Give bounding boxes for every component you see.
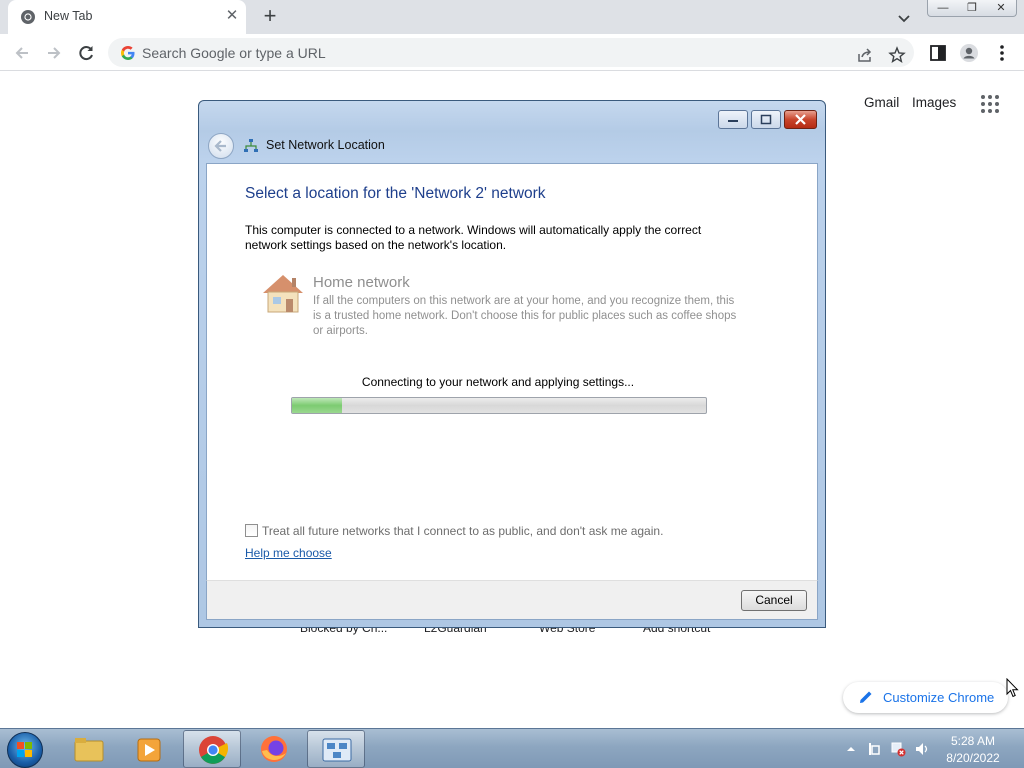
close-window-button[interactable]: ✕ <box>986 1 1016 15</box>
tab-title: New Tab <box>44 9 93 23</box>
chrome-icon <box>199 736 229 764</box>
dialog-close-button[interactable] <box>784 110 817 129</box>
new-tab-button[interactable]: + <box>258 5 282 29</box>
side-panel-icon[interactable] <box>928 43 948 63</box>
tab-new-tab[interactable]: New Tab ✕ <box>8 0 246 34</box>
google-apps-icon[interactable] <box>980 94 1000 114</box>
treat-public-checkbox[interactable] <box>245 524 258 537</box>
windows-logo-icon <box>17 742 32 757</box>
back-arrow-icon[interactable] <box>9 40 35 66</box>
images-link[interactable]: Images <box>912 95 956 110</box>
restore-button[interactable]: ❐ <box>957 1 987 15</box>
maximize-icon <box>760 114 772 125</box>
omnibox-placeholder: Search Google or type a URL <box>142 45 326 61</box>
customize-chrome-button[interactable]: Customize Chrome <box>843 682 1008 713</box>
taskbar-network-wizard[interactable] <box>307 730 365 768</box>
cancel-button[interactable]: Cancel <box>741 590 807 611</box>
google-g-icon <box>121 46 135 60</box>
pencil-icon <box>860 691 872 703</box>
progress-bar <box>291 397 707 414</box>
dialog-minimize-button[interactable] <box>718 110 748 129</box>
profile-icon[interactable] <box>959 43 979 63</box>
chrome-favicon <box>21 10 35 24</box>
back-arrow-icon <box>214 140 226 152</box>
window-controls: — ❐ ✕ <box>927 0 1017 17</box>
gmail-link[interactable]: Gmail <box>864 95 899 110</box>
close-icon <box>795 114 806 125</box>
network-icon <box>244 139 258 152</box>
minimize-icon <box>728 120 738 122</box>
forward-arrow-icon[interactable] <box>41 40 67 66</box>
dialog-maximize-button[interactable] <box>751 110 781 129</box>
bookmark-star-icon[interactable] <box>888 46 906 64</box>
taskbar-clock-time[interactable]: 5:28 AM <box>940 734 1006 748</box>
dialog-body: Select a location for the 'Network 2' ne… <box>206 163 818 580</box>
dialog-title: Set Network Location <box>266 138 385 152</box>
home-network-option-description: If all the computers on this network are… <box>313 295 737 337</box>
share-icon[interactable] <box>856 46 874 64</box>
help-me-choose-link[interactable]: Help me choose <box>245 546 332 560</box>
taskbar-media-player[interactable] <box>121 730 179 768</box>
home-network-option-title: Home network <box>313 274 410 291</box>
dialog-window-controls <box>718 110 818 130</box>
network-wizard-icon <box>322 738 352 762</box>
volume-icon[interactable] <box>914 741 930 757</box>
treat-public-checkbox-label[interactable]: Treat all future networks that I connect… <box>262 524 663 538</box>
start-button[interactable] <box>7 732 43 768</box>
tab-strip: New Tab ✕ + — ❐ ✕ <box>0 0 1024 34</box>
folder-icon <box>74 738 104 762</box>
mouse-cursor-icon <box>1006 678 1019 698</box>
network-status-icon[interactable] <box>890 741 906 757</box>
windows-taskbar: 5:28 AM 8/20/2022 <box>0 728 1024 768</box>
taskbar-chrome[interactable] <box>183 730 241 768</box>
minimize-button[interactable]: — <box>928 1 958 15</box>
address-bar[interactable]: Search Google or type a URL <box>108 38 914 67</box>
taskbar-explorer[interactable] <box>60 730 118 768</box>
taskbar-firefox[interactable] <box>245 730 303 768</box>
tab-search-icon[interactable] <box>895 9 913 27</box>
home-network-icon <box>263 275 303 313</box>
kebab-menu-icon[interactable] <box>992 43 1012 63</box>
action-center-icon[interactable] <box>866 741 882 757</box>
reload-icon[interactable] <box>73 40 99 66</box>
dialog-heading: Select a location for the 'Network 2' ne… <box>245 185 546 202</box>
customize-chrome-label: Customize Chrome <box>883 690 995 705</box>
set-network-location-dialog: Set Network Location Select a location f… <box>198 100 826 628</box>
dialog-back-button[interactable] <box>208 133 234 159</box>
show-hidden-icons[interactable] <box>843 741 859 757</box>
tab-close-icon[interactable]: ✕ <box>224 8 240 24</box>
dialog-footer: Cancel <box>206 580 818 620</box>
firefox-icon <box>261 736 287 762</box>
progress-status-text: Connecting to your network and applying … <box>361 375 635 389</box>
taskbar-clock-date[interactable]: 8/20/2022 <box>940 751 1006 765</box>
dialog-description: This computer is connected to a network.… <box>245 223 702 252</box>
progress-bar-fill <box>292 398 342 413</box>
browser-toolbar: Search Google or type a URL <box>0 34 1024 71</box>
media-player-icon <box>137 738 161 762</box>
